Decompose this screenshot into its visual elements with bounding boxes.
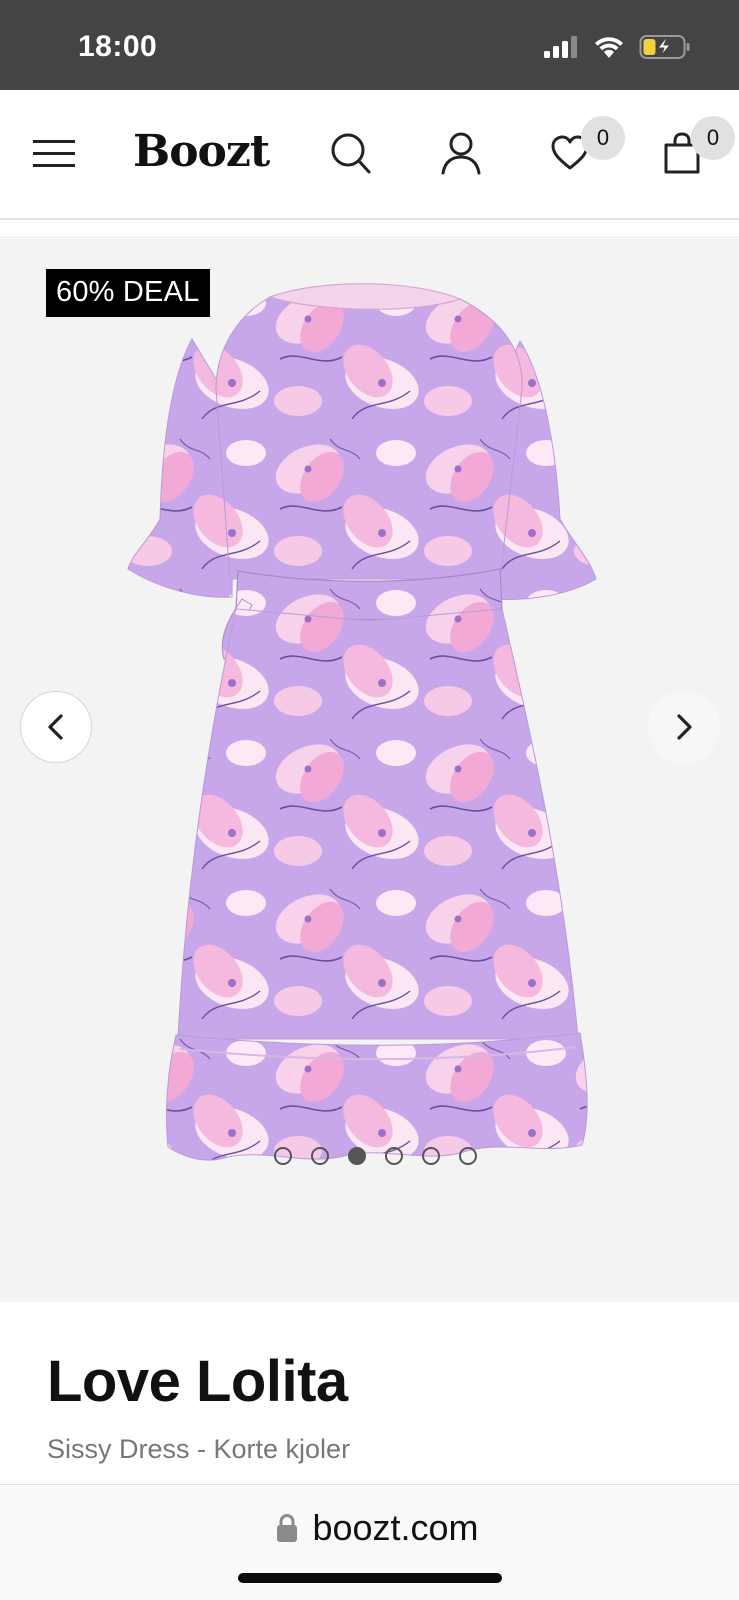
battery-charging-icon (639, 35, 690, 59)
gallery-dot[interactable] (459, 1147, 477, 1165)
wifi-icon (595, 37, 623, 58)
site-header: Boozt 0 0 (0, 90, 739, 220)
search-icon (331, 133, 371, 174)
gallery-prev-button[interactable] (20, 691, 92, 763)
product-brand[interactable]: Love Lolita (47, 1348, 348, 1415)
user-icon (441, 132, 481, 175)
status-bar: 18:00 (0, 0, 739, 90)
gallery-dot[interactable] (385, 1147, 403, 1165)
header-divider (0, 222, 739, 238)
deal-badge: 60% DEAL (46, 269, 211, 317)
hamburger-menu-icon (33, 140, 75, 167)
gallery-dot[interactable] (422, 1147, 440, 1165)
chevron-right-icon (677, 714, 692, 740)
gallery-next-button[interactable] (648, 691, 720, 763)
status-time: 18:00 (78, 30, 158, 63)
menu-button[interactable] (30, 134, 78, 174)
home-indicator[interactable] (238, 1573, 502, 1583)
product-image[interactable] (120, 279, 620, 1169)
url-row[interactable]: boozt.com (0, 1507, 739, 1549)
gallery-dot[interactable] (311, 1147, 329, 1165)
wishlist-count-badge: 0 (581, 116, 625, 160)
search-button[interactable] (328, 130, 374, 176)
product-subtitle: Sissy Dress - Korte kjoler (47, 1434, 351, 1464)
signal-icon (544, 36, 577, 58)
chevron-left-icon (48, 714, 63, 740)
gallery-pagination (0, 1147, 739, 1165)
dress-illustration (127, 283, 597, 1161)
gallery-dot-active[interactable] (348, 1147, 366, 1165)
account-button[interactable] (438, 130, 484, 176)
product-image-gallery[interactable]: 60% DEAL (0, 239, 739, 1302)
browser-address-bar[interactable]: boozt.com (0, 1484, 739, 1600)
lock-icon (277, 1513, 298, 1542)
cart-count-badge: 0 (691, 116, 735, 160)
boozt-logo[interactable]: Boozt (133, 126, 270, 177)
gallery-dot[interactable] (274, 1147, 292, 1165)
product-info: Love Lolita Sissy Dress - Korte kjoler (0, 1302, 739, 1484)
url-text[interactable]: boozt.com (312, 1507, 478, 1549)
status-icons (543, 34, 691, 60)
